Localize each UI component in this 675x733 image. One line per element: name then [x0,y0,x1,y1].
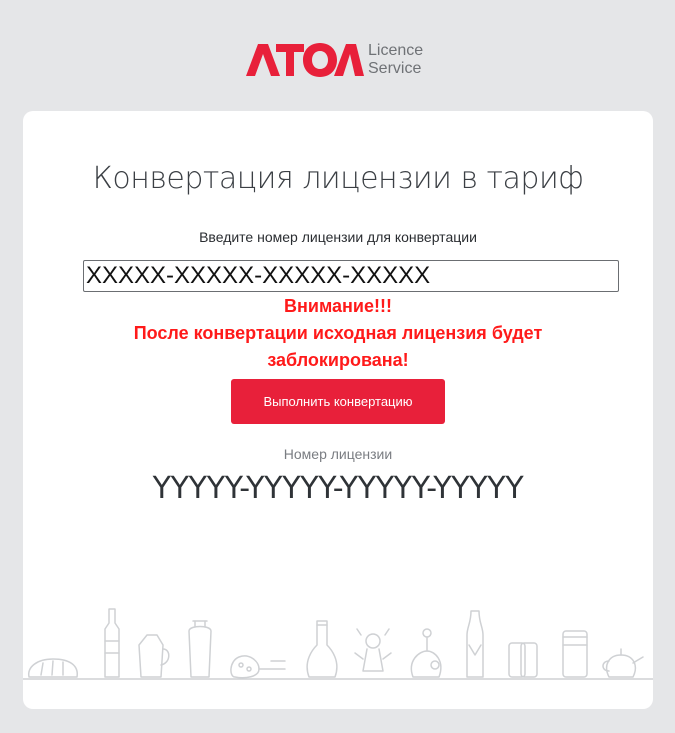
logo-text-service: Service [368,60,422,77]
logo-text: Licence Service [368,42,423,78]
page-title: Конвертация лицензии в тариф [92,161,584,196]
license-number-input[interactable] [83,260,619,292]
atol-logo[interactable]: Licence Service [246,40,436,80]
atol-logo-icon [246,43,364,77]
warning-body: После конвертации исходная лицензия буде… [133,323,543,370]
warning-message: Внимание!!! После конвертации исходная л… [23,293,653,374]
header: Licence Service [0,0,675,110]
conversion-card: Конвертация лицензии в тариф Введите ном… [23,111,653,709]
input-instruction: Введите номер лицензии для конвертации [199,229,477,245]
result-label: Номер лицензии [283,446,393,462]
grocery-items-illustration-icon [23,608,653,680]
convert-button[interactable]: Выполнить конвертацию [231,379,445,424]
logo-text-licence: Licence [368,42,424,59]
warning-heading: Внимание!!! [284,296,392,316]
result-license-number: YYYYY-YYYYY-YYYYY-YYYYY [152,471,524,506]
